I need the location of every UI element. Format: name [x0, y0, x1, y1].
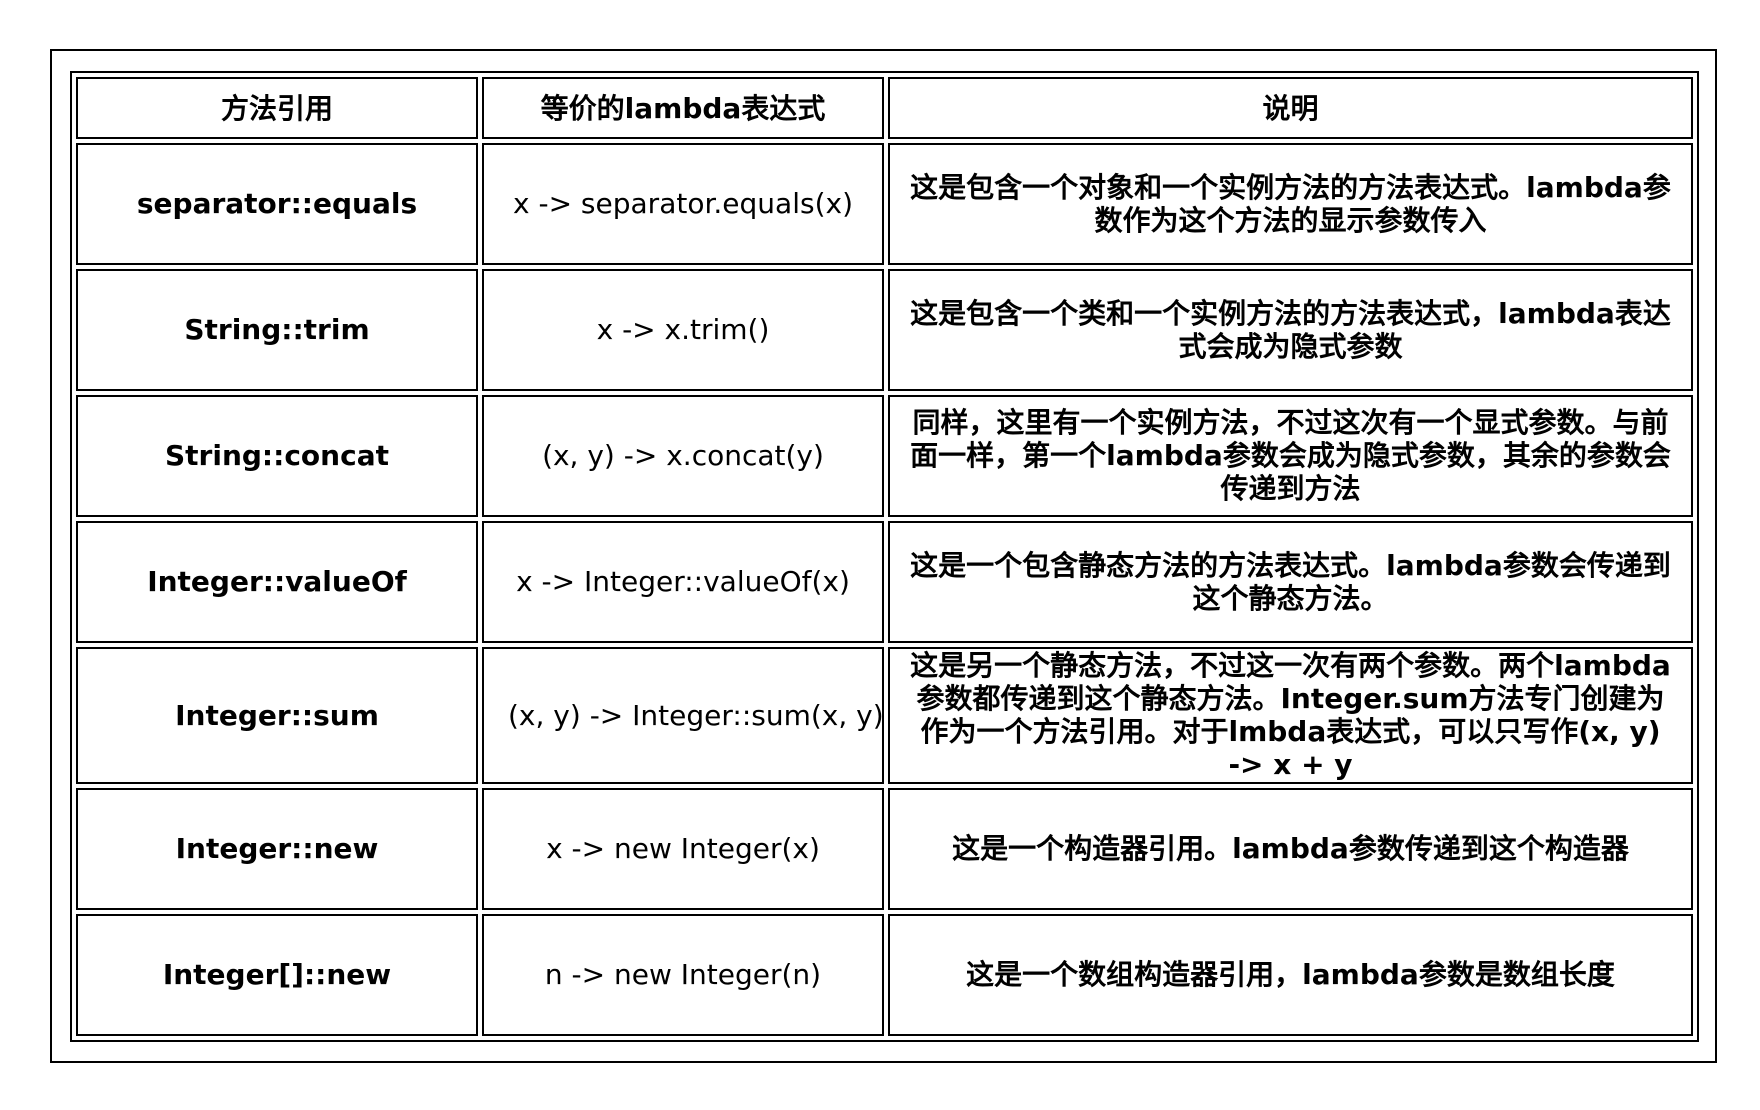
method-reference-cell: Integer::new — [76, 787, 478, 910]
method-reference-cell: String::trim — [76, 268, 478, 391]
table-row: Integer::new x -> new Integer(x) 这是一个构造器… — [76, 787, 1693, 910]
table-row: String::trim x -> x.trim() 这是包含一个类和一个实例方… — [76, 268, 1693, 391]
method-reference-cell: Integer[]::new — [76, 913, 478, 1036]
header-description: 说明 — [888, 77, 1693, 139]
description-cell: 这是包含一个类和一个实例方法的方法表达式，lambda表达式会成为隐式参数 — [888, 268, 1693, 391]
method-reference-cell: Integer::valueOf — [76, 520, 478, 643]
table-row: Integer::sum (x, y) -> Integer::sum(x, y… — [76, 646, 1693, 784]
description-cell: 这是一个包含静态方法的方法表达式。lambda参数会传递到这个静态方法。 — [888, 520, 1693, 643]
table-row: String::concat (x, y) -> x.concat(y) 同样，… — [76, 394, 1693, 517]
method-reference-table: 方法引用 等价的lambda表达式 说明 separator::equals x… — [70, 71, 1699, 1042]
description-cell: 这是另一个静态方法，不过这一次有两个参数。两个lambda参数都传递到这个静态方… — [888, 646, 1693, 784]
table-row: Integer[]::new n -> new Integer(n) 这是一个数… — [76, 913, 1693, 1036]
table-row: Integer::valueOf x -> Integer::valueOf(x… — [76, 520, 1693, 643]
header-equivalent-lambda: 等价的lambda表达式 — [482, 77, 884, 139]
method-reference-cell: Integer::sum — [76, 646, 478, 784]
header-row: 方法引用 等价的lambda表达式 说明 — [76, 77, 1693, 139]
lambda-cell: (x, y) -> x.concat(y) — [482, 394, 884, 517]
method-reference-cell: String::concat — [76, 394, 478, 517]
description-cell: 这是一个构造器引用。lambda参数传递到这个构造器 — [888, 787, 1693, 910]
header-method-reference: 方法引用 — [76, 77, 478, 139]
lambda-cell: (x, y) -> Integer::sum(x, y) — [482, 646, 884, 784]
table-row: separator::equals x -> separator.equals(… — [76, 143, 1693, 265]
lambda-cell: x -> new Integer(x) — [482, 787, 884, 910]
lambda-cell: x -> separator.equals(x) — [482, 143, 884, 265]
description-cell: 这是包含一个对象和一个实例方法的方法表达式。lambda参数作为这个方法的显示参… — [888, 143, 1693, 265]
lambda-cell: n -> new Integer(n) — [482, 913, 884, 1036]
method-reference-cell: separator::equals — [76, 143, 478, 265]
description-cell: 同样，这里有一个实例方法，不过这次有一个显式参数。与前面一样，第一个lambda… — [888, 394, 1693, 517]
description-cell: 这是一个数组构造器引用，lambda参数是数组长度 — [888, 913, 1693, 1036]
lambda-cell: x -> Integer::valueOf(x) — [482, 520, 884, 643]
lambda-cell: x -> x.trim() — [482, 268, 884, 391]
